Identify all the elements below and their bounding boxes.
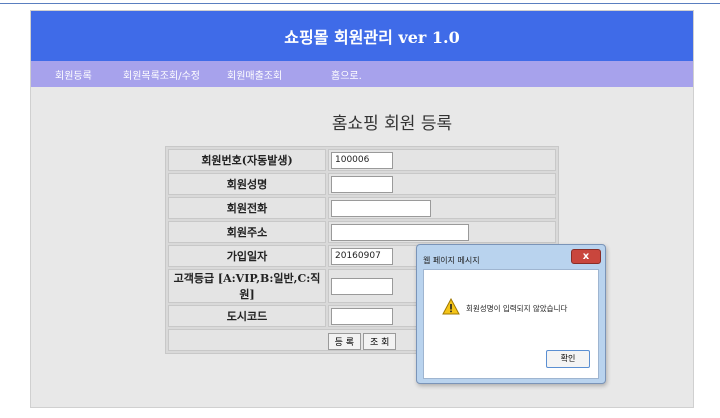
- member-address-label: 회원주소: [168, 221, 326, 243]
- dialog-message: 회원성명이 입력되지 않았습니다: [466, 304, 568, 313]
- app-title: 쇼핑몰 회원관리 ver 1.0: [284, 28, 460, 47]
- member-phone-field[interactable]: [331, 199, 431, 217]
- form-row: 회원전화: [168, 197, 556, 219]
- member-address-field[interactable]: [331, 223, 469, 241]
- top-rule: [0, 3, 720, 4]
- member-phone-label: 회원전화: [168, 197, 326, 219]
- nav-bar: 회원등록 회원목록조회/수정 회원매출조회 홈으로.: [31, 61, 693, 87]
- dialog-body: 회원성명이 입력되지 않았습니다 확인: [423, 269, 599, 379]
- member-number-label: 회원번호(자동발생): [168, 149, 326, 171]
- member-name-label: 회원성명: [168, 173, 326, 195]
- join-date-label: 가입일자: [168, 245, 326, 267]
- form-row: 회원번호(자동발생) 100006: [168, 149, 556, 171]
- dialog-title: 웹 페이지 메시지: [423, 256, 480, 265]
- query-button[interactable]: 조 회: [363, 333, 397, 350]
- member-name-field[interactable]: [331, 175, 393, 193]
- join-date-field[interactable]: 20160907: [331, 247, 393, 265]
- alert-dialog: 웹 페이지 메시지 x 회원성명이 입력되지 않았습니다 확인: [416, 244, 606, 384]
- nav-item-member-list[interactable]: 회원목록조회/수정: [123, 67, 200, 82]
- register-button[interactable]: 등 록: [327, 333, 361, 350]
- customer-grade-field[interactable]: [331, 277, 393, 295]
- warning-icon: [442, 298, 460, 315]
- customer-grade-label: 고객등급 [A:VIP,B:일반,C:직원]: [168, 269, 326, 303]
- form-row: 회원주소: [168, 221, 556, 243]
- close-icon[interactable]: x: [571, 249, 601, 264]
- city-code-label: 도시코드: [168, 305, 326, 327]
- nav-item-sales[interactable]: 회원매출조회: [227, 67, 282, 82]
- page-title: 홈쇼핑 회원 등록: [331, 114, 453, 134]
- ok-button[interactable]: 확인: [546, 350, 590, 368]
- nav-item-register[interactable]: 회원등록: [55, 67, 92, 82]
- form-row: 회원성명: [168, 173, 556, 195]
- member-number-field[interactable]: 100006: [331, 151, 393, 169]
- nav-item-home[interactable]: 홈으로.: [331, 67, 362, 82]
- city-code-field[interactable]: [331, 307, 393, 325]
- app-header: 쇼핑몰 회원관리 ver 1.0: [31, 11, 693, 61]
